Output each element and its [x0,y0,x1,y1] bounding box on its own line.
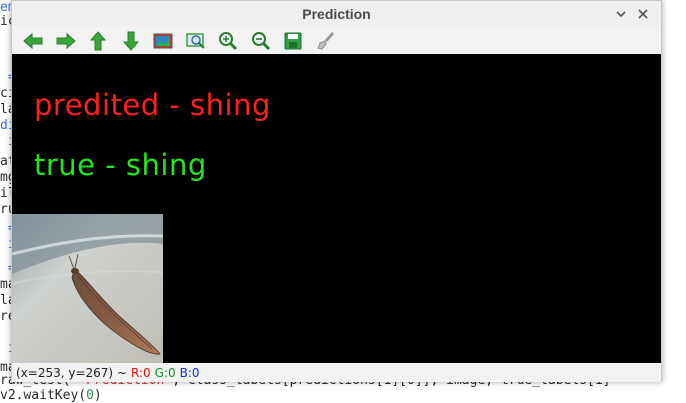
true-label: true - shing [34,148,207,182]
toolbar [12,27,661,54]
down-button[interactable] [120,30,142,52]
properties-button[interactable] [315,30,337,52]
back-arrow-icon [23,32,43,49]
blue-value: B:0 [179,365,200,380]
moth-photo [12,214,163,363]
prediction-window: Prediction predited - shing true - shing… [11,0,662,382]
image-button[interactable] [152,30,174,52]
forward-arrow-icon [56,32,76,49]
save-icon [284,32,302,49]
zoom-in-icon [219,31,238,50]
down-arrow-icon [122,31,139,51]
image-icon [153,33,173,48]
status-bar: (x=253, y=267) ~ R:0 G:0 B:0 [12,363,661,382]
zoom-in-button[interactable] [217,30,239,52]
save-button[interactable] [282,30,304,52]
title-bar[interactable]: Prediction [12,1,661,27]
close-button[interactable] [634,5,652,23]
zoom-out-icon [251,31,270,50]
window-title: Prediction [302,6,371,22]
up-arrow-icon [89,30,107,50]
up-button[interactable] [87,30,109,52]
cursor-coords: (x=253, y=267) ~ [16,365,127,380]
forward-button[interactable] [55,30,77,52]
green-value: G:0 [154,365,176,380]
minimize-button[interactable] [612,5,630,23]
zoom-area-button[interactable] [185,30,207,52]
zoom-out-button[interactable] [250,30,272,52]
red-value: R:0 [130,365,151,380]
zoom-area-icon [185,32,205,49]
back-button[interactable] [22,30,44,52]
close-icon [638,9,648,19]
minimize-icon [616,11,626,18]
image-canvas[interactable]: predited - shing true - shing [12,54,661,363]
settings-brush-icon [316,31,334,50]
predicted-label: predited - shing [34,88,271,122]
